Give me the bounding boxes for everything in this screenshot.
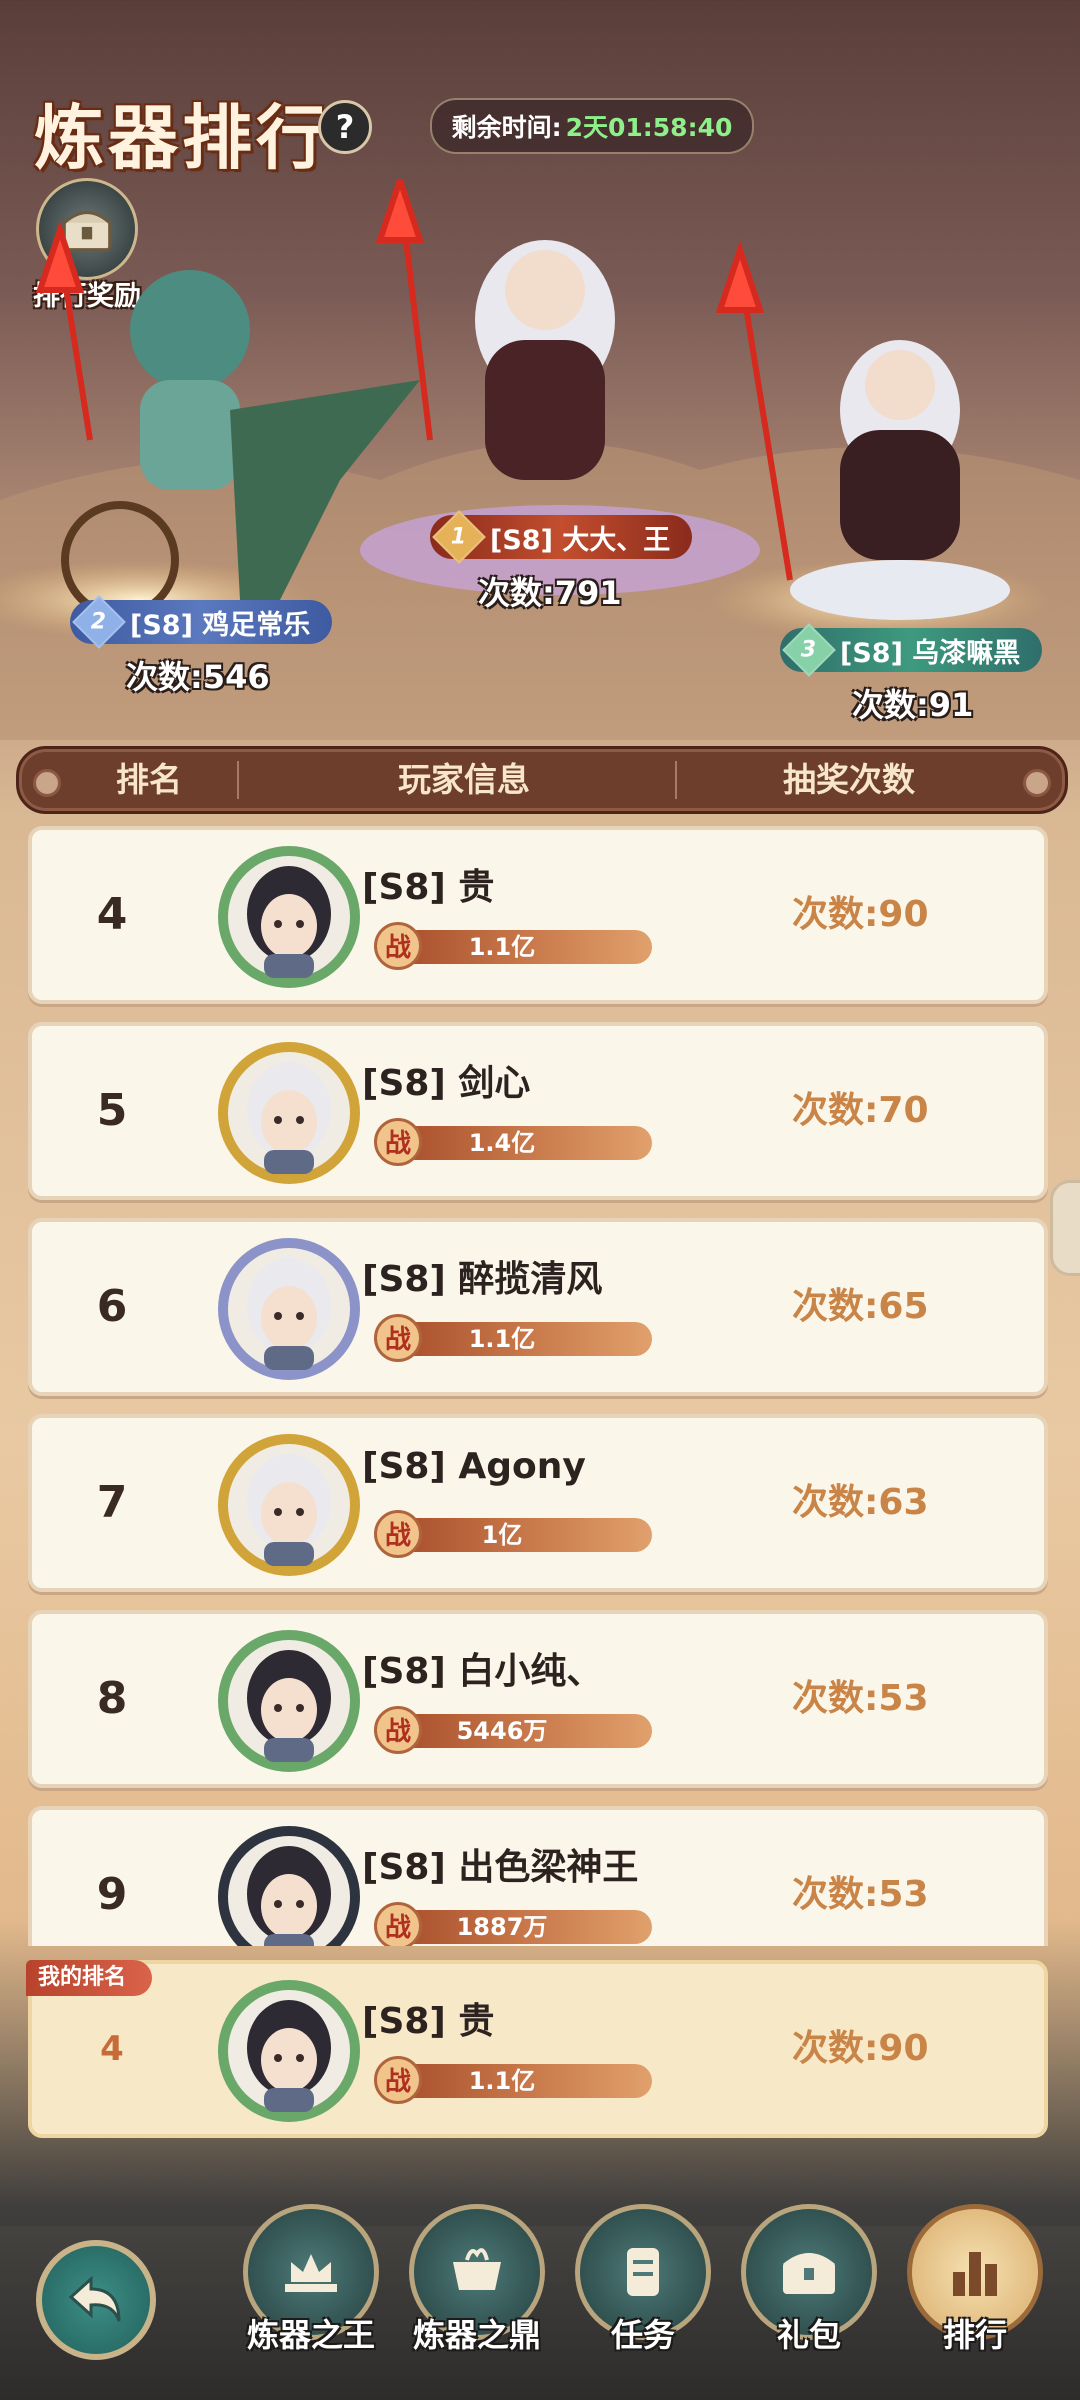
- battle-power-icon: 战: [374, 1706, 422, 1754]
- back-button[interactable]: [36, 2240, 156, 2360]
- podium-rank3-name: [S8] 乌漆嘛黑: [840, 637, 1021, 669]
- header-rank: 排名: [116, 760, 182, 799]
- tab-label: 任务: [610, 2316, 675, 2354]
- row-rank: 4: [96, 889, 128, 940]
- avatar[interactable]: [214, 842, 364, 992]
- tab-label: 炼器之王: [246, 2316, 375, 2354]
- my-draw-count: 次数:90: [792, 2028, 929, 2069]
- timer-value: 2天01:58:40: [565, 113, 733, 142]
- header-ornament-left: [33, 769, 61, 797]
- rank2-badge: 2: [72, 595, 126, 649]
- power-badge: 1.1亿 战: [374, 1314, 664, 1362]
- avatar[interactable]: [214, 1038, 364, 1188]
- draw-count: 次数:70: [792, 1090, 929, 1131]
- power-value: 1.1亿: [468, 933, 536, 961]
- avatar[interactable]: [214, 1626, 364, 1776]
- tab-cauldron[interactable]: 炼器之鼎: [402, 2204, 552, 2394]
- avatar[interactable]: [214, 1234, 364, 1384]
- table-row[interactable]: 9 [S8] 出色梁神王 1887万 战 次数:53: [28, 1806, 1048, 1946]
- page-title: 炼器排行: [34, 97, 330, 179]
- battle-power-icon: 战: [374, 1510, 422, 1558]
- tab-scroll[interactable]: 任务: [568, 2204, 718, 2394]
- tab-gift-chest[interactable]: 礼包: [734, 2204, 884, 2394]
- tab-crown[interactable]: 炼器之王: [236, 2204, 386, 2394]
- ranking-list[interactable]: 4 [S8] 贵 1.1亿战次数:90 5 [S8] 剑心 1.4亿战次数:70 6 [S8]…: [28, 826, 1048, 1946]
- power-value: 1.4亿: [468, 1129, 536, 1157]
- player-name: [S8] 贵: [362, 867, 495, 908]
- power-badge: 1亿 战: [374, 1510, 664, 1558]
- my-player-name: [S8] 贵: [362, 2001, 495, 2042]
- battle-power-icon: 战: [374, 1902, 422, 1946]
- draw-count: 次数:53: [792, 1874, 929, 1915]
- header-player-info: 玩家信息: [398, 760, 530, 799]
- podium-rank3-count: 次数:91: [852, 686, 974, 724]
- row-rank: 7: [96, 1477, 128, 1528]
- power-badge: 1.1亿 战: [374, 922, 664, 970]
- power-value: 5446万: [456, 1717, 548, 1745]
- podium-rank1-name: [S8] 大大、王: [490, 524, 671, 556]
- row-rank: 5: [96, 1085, 128, 1136]
- row-rank: 8: [96, 1673, 128, 1724]
- remaining-time: 剩余时间: 2天01:58:40: [430, 98, 754, 154]
- table-row[interactable]: 6 [S8] 醉揽清风 1.1亿 战 次数:65: [28, 1218, 1048, 1396]
- player-name: [S8] Agony: [362, 1446, 586, 1487]
- podium-stage: 1 [S8] 大大、王 次数:791 2 [S8] 鸡足常乐 次数:546 3 …: [0, 180, 1080, 740]
- side-drawer-handle[interactable]: [1050, 1180, 1080, 1276]
- player-name: [S8] 剑心: [362, 1063, 531, 1104]
- table-row[interactable]: 8 [S8] 白小纯、 5446万 战 次数:53: [28, 1610, 1048, 1788]
- tab-label: 炼器之鼎: [412, 2316, 541, 2354]
- header-draw-count: 抽奖次数: [783, 760, 915, 799]
- power-value: 1.1亿: [468, 1325, 536, 1353]
- tab-ranking-bars[interactable]: 排行: [900, 2204, 1050, 2394]
- player-name: [S8] 白小纯、: [362, 1651, 603, 1692]
- table-row[interactable]: 4 [S8] 贵 1.1亿 战 次数:90: [28, 826, 1048, 1004]
- timer-label: 剩余时间:: [451, 113, 562, 142]
- avatar[interactable]: [214, 1430, 364, 1580]
- tab-label: 礼包: [776, 2316, 841, 2354]
- rank1-badge: 1: [432, 510, 486, 564]
- power-badge: 1887万 战: [374, 1902, 664, 1946]
- my-rank-number: 4: [100, 2029, 124, 2069]
- draw-count: 次数:65: [792, 1286, 929, 1327]
- rank3-badge: 3: [782, 623, 836, 677]
- draw-count: 次数:53: [792, 1678, 929, 1719]
- battle-power-icon: 战: [374, 2056, 422, 2104]
- avatar[interactable]: [214, 1822, 364, 1946]
- power-badge: 5446万 战: [374, 1706, 664, 1754]
- podium-rank3-plate[interactable]: 3 [S8] 乌漆嘛黑: [780, 623, 1043, 677]
- power-badge: 1.4亿 战: [374, 1118, 664, 1166]
- back-arrow-icon: [68, 2275, 121, 2322]
- row-rank: 9: [96, 1869, 128, 1920]
- my-rank-row[interactable]: 我的排名 4 [S8] 贵 1.1亿 战 次数:90: [26, 1960, 1048, 2138]
- avatar[interactable]: [214, 1976, 364, 2126]
- table-row[interactable]: 5 [S8] 剑心 1.4亿 战 次数:70: [28, 1022, 1048, 1200]
- battle-power-icon: 战: [374, 1118, 422, 1166]
- header-ornament-right: [1023, 769, 1051, 797]
- header-divider: [675, 761, 677, 799]
- podium-rank2-name: [S8] 鸡足常乐: [130, 609, 311, 641]
- podium-rank1-plate[interactable]: 1 [S8] 大大、王: [430, 510, 693, 564]
- row-rank: 6: [96, 1281, 128, 1332]
- power-badge: 1.1亿 战: [374, 2056, 664, 2104]
- player-name: [S8] 醉揽清风: [362, 1259, 603, 1300]
- player-name: [S8] 出色梁神王: [362, 1847, 639, 1888]
- draw-count: 次数:90: [792, 894, 929, 935]
- draw-count: 次数:63: [792, 1482, 929, 1523]
- podium-rank2-count: 次数:546: [126, 658, 270, 696]
- rank1-character: [475, 240, 615, 480]
- table-row[interactable]: 7 [S8] Agony 1亿 战 次数:63: [28, 1414, 1048, 1592]
- battle-power-icon: 战: [374, 1314, 422, 1362]
- tab-label: 排行: [942, 2316, 1007, 2354]
- help-icon[interactable]: ?: [318, 100, 372, 154]
- podium-rank2-plate[interactable]: 2 [S8] 鸡足常乐: [70, 595, 333, 649]
- battle-power-icon: 战: [374, 922, 422, 970]
- power-value: 1.1亿: [468, 2067, 536, 2095]
- power-value: 1887万: [456, 1913, 548, 1941]
- podium-rank1-count: 次数:791: [478, 574, 622, 612]
- power-value: 1亿: [481, 1521, 523, 1549]
- ranking-table-header: 排名 玩家信息 抽奖次数: [16, 746, 1068, 814]
